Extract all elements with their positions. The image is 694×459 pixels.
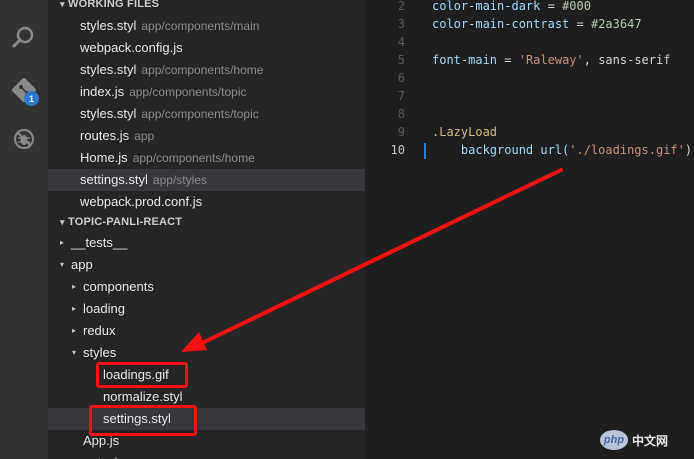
working-file-name: styles.styl — [80, 18, 137, 33]
working-file-name: routes.js — [80, 128, 130, 143]
working-file-dir: app/components/home — [141, 63, 264, 77]
line-number: 10 — [390, 143, 405, 157]
project-header[interactable]: ▾ TOPIC-PANLI-REACT — [48, 211, 365, 233]
line-number: 5 — [397, 53, 405, 67]
annotation-box-settings — [89, 405, 197, 436]
code-line[interactable]: background url('./loadings.gif') — [432, 141, 692, 159]
line-number: 3 — [397, 17, 405, 31]
annotation-box-loadings — [96, 362, 188, 388]
code-token: #2a3647 — [590, 17, 642, 31]
working-file-item[interactable]: webpack.prod.conf.js — [48, 191, 365, 213]
code-token: , sans-serif — [583, 53, 671, 67]
working-file-item[interactable]: styles.styl app/components/topic — [48, 103, 365, 125]
code-token: = — [569, 17, 591, 31]
working-file-item[interactable]: settings.styl app/styles — [48, 169, 365, 191]
tree-item[interactable]: ▸ loading — [48, 298, 365, 320]
active-line-indicator — [424, 143, 426, 159]
code-token: color-main-contrast — [432, 17, 570, 31]
working-file-name: webpack.config.js — [80, 40, 183, 55]
watermark-text: 中文网 — [632, 433, 669, 448]
working-file-name: styles.styl — [80, 62, 137, 77]
working-file-item[interactable]: index.js app/components/topic — [48, 81, 365, 103]
tree-item-label: entry.js — [83, 455, 124, 459]
tree-item[interactable]: ▸ __tests__ — [48, 232, 365, 254]
working-files-header[interactable]: ▾ WORKING FILES — [48, 0, 365, 15]
php-logo: php — [600, 430, 628, 450]
line-number: 9 — [397, 125, 405, 139]
working-file-item[interactable]: Home.js app/components/home — [48, 147, 365, 169]
working-file-dir: app/components/main — [141, 19, 260, 33]
working-file-item[interactable]: routes.js app — [48, 125, 365, 147]
working-file-name: index.js — [80, 84, 125, 99]
working-file-name: Home.js — [80, 150, 128, 165]
tree-item[interactable]: ▾ styles — [48, 342, 365, 364]
code-token: font-main — [432, 53, 498, 67]
tree-item-label: loading — [83, 301, 125, 316]
chevron-down-icon[interactable]: ▾ — [68, 342, 80, 364]
chevron-right-icon[interactable]: ▸ — [68, 298, 80, 320]
code-token: 'Raleway' — [518, 53, 584, 67]
working-file-item[interactable]: styles.styl app/components/home — [48, 59, 365, 81]
working-file-name: styles.styl — [80, 106, 137, 121]
line-number-gutter: 2 3 4 5 6 7 8 9 10 — [365, 0, 411, 459]
code-line[interactable]: .LazyLoad — [432, 123, 497, 141]
watermark: php 中文网 — [600, 428, 668, 452]
code-line[interactable]: color-main-contrast = #2a3647 — [432, 15, 642, 33]
tree-item-label: styles — [83, 345, 117, 360]
working-file-item[interactable]: webpack.config.js — [48, 37, 365, 59]
chevron-down-icon: ▾ — [60, 0, 65, 9]
code-token: url( — [540, 143, 570, 157]
chevron-down-icon[interactable]: ▾ — [56, 254, 68, 276]
working-file-item[interactable]: styles.styl app/components/main — [48, 15, 365, 37]
chevron-right-icon[interactable]: ▸ — [68, 276, 80, 298]
tree-item-label: components — [83, 279, 154, 294]
code-token: './loadings.gif' — [569, 143, 685, 157]
tree-item-label: __tests__ — [71, 235, 128, 250]
tree-item[interactable]: entry.js — [48, 452, 365, 459]
tree-item-label: normalize.styl — [103, 389, 183, 404]
code-line[interactable]: color-main-dark = #000 — [432, 0, 591, 15]
explorer-sidebar: ▾ WORKING FILES styles.styl app/component… — [48, 0, 365, 459]
tree-item[interactable]: ▸ components — [48, 276, 365, 298]
working-file-name: webpack.prod.conf.js — [80, 194, 203, 209]
debug-icon[interactable] — [0, 119, 48, 159]
chevron-right-icon[interactable]: ▸ — [56, 232, 68, 254]
code-token: #000 — [562, 0, 591, 13]
tree-item[interactable]: ▸ redux — [48, 320, 365, 342]
line-number: 8 — [397, 107, 405, 121]
working-file-dir: app/components/topic — [129, 85, 247, 99]
code-token: = — [497, 53, 519, 67]
code-line[interactable]: font-main = 'Raleway', sans-serif — [432, 51, 670, 69]
line-number: 6 — [397, 71, 405, 85]
chevron-right-icon[interactable]: ▸ — [68, 320, 80, 342]
line-number: 2 — [397, 0, 405, 13]
working-file-dir: app/components/topic — [141, 107, 259, 121]
activity-bar: 1 — [0, 0, 48, 459]
code-token: background — [432, 143, 541, 157]
tree-item-label: app — [71, 257, 93, 272]
code-token: = — [540, 0, 563, 13]
code-token: ) — [684, 143, 693, 157]
tree-item[interactable]: ▾ app — [48, 254, 365, 276]
line-number: 7 — [397, 89, 405, 103]
code-token: .LazyLoad — [432, 125, 498, 139]
chevron-down-icon: ▾ — [60, 217, 65, 227]
search-icon[interactable] — [0, 17, 48, 57]
code-editor[interactable]: 2 3 4 5 6 7 8 9 10 color-main-dark = #000 color-m… — [365, 0, 694, 459]
git-badge: 1 — [24, 91, 39, 106]
git-icon[interactable] — [0, 70, 48, 110]
working-file-name: settings.styl — [80, 172, 148, 187]
working-file-dir: app — [134, 129, 155, 143]
code-token: color-main-dark — [432, 0, 541, 13]
working-file-dir: app/components/home — [132, 151, 255, 165]
tree-item-label: redux — [83, 323, 116, 338]
line-number: 4 — [397, 35, 405, 49]
working-file-dir: app/styles — [152, 173, 207, 187]
